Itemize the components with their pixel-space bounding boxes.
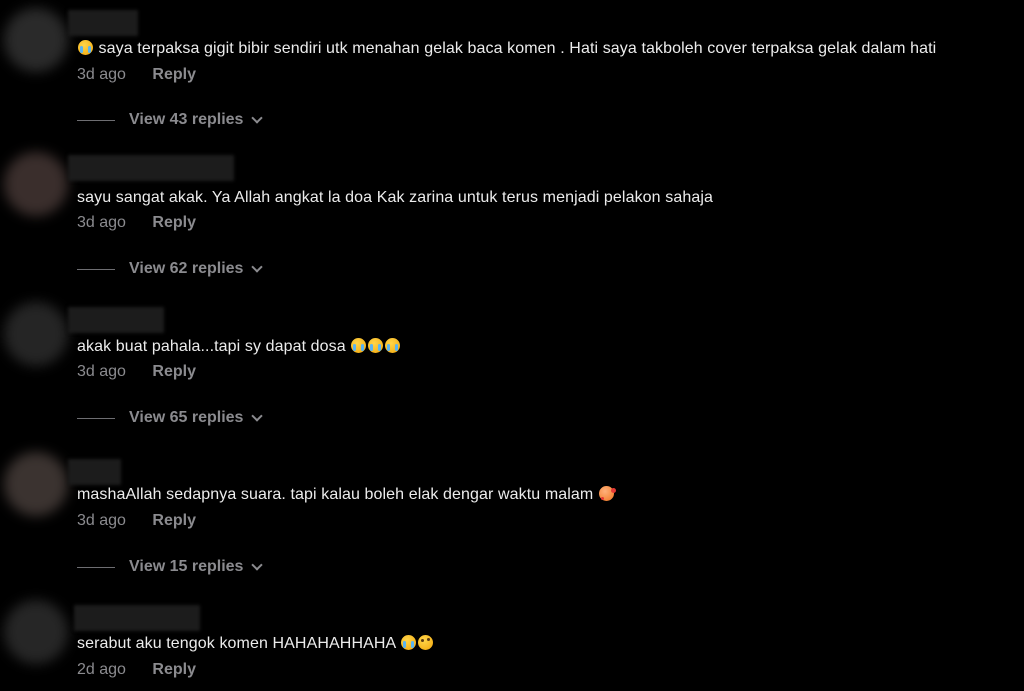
comment-body: saya terpaksa gigit bibir sendiri utk me… [98, 40, 937, 57]
view-replies-label: View 65 replies [129, 409, 244, 426]
divider-line [77, 417, 115, 419]
username-redacted[interactable] [68, 10, 138, 36]
smiling-face-with-hearts-emoji-icon [598, 486, 616, 501]
view-replies-button[interactable]: View 43 replies [77, 110, 264, 130]
comment-body: serabut aku tengok komen HAHAHAHHAHA [77, 635, 396, 652]
reply-button[interactable]: Reply [152, 363, 196, 380]
comment-text: mashaAllah sedapnya suara. tapi kalau bo… [77, 485, 616, 505]
comment-timestamp: 3d ago [77, 512, 126, 529]
view-replies-button[interactable]: View 65 replies [77, 408, 264, 428]
comment-timestamp: 3d ago [77, 66, 126, 83]
comment-timestamp: 3d ago [77, 214, 126, 231]
chevron-down-icon [251, 261, 264, 273]
divider-line [77, 119, 115, 121]
reply-button[interactable]: Reply [152, 214, 196, 231]
reply-button[interactable]: Reply [152, 66, 196, 83]
chevron-down-icon [251, 112, 264, 124]
reply-button[interactable]: Reply [152, 512, 196, 529]
view-replies-label: View 43 replies [129, 111, 244, 128]
divider-line [77, 566, 115, 568]
divider-line [77, 268, 115, 270]
chevron-down-icon [251, 559, 264, 571]
username-redacted[interactable] [68, 307, 164, 333]
avatar[interactable] [4, 152, 68, 216]
reply-button[interactable]: Reply [152, 661, 196, 678]
comment-body: sayu sangat akak. Ya Allah angkat la doa… [77, 189, 713, 206]
comment-text: akak buat pahala...tapi sy dapat dosa [77, 337, 401, 357]
comment-text: serabut aku tengok komen HAHAHAHHAHA [77, 634, 434, 654]
view-replies-button[interactable]: View 15 replies [77, 557, 264, 577]
avatar[interactable] [4, 600, 68, 664]
comment-meta: 3d ago Reply [77, 213, 196, 233]
loudly-crying-emoji-icon [351, 338, 367, 353]
comment-meta: 3d ago Reply [77, 65, 196, 85]
view-replies-button[interactable]: View 62 replies [77, 259, 264, 279]
loudly-crying-emoji-icon [400, 635, 416, 650]
view-replies-label: View 15 replies [129, 558, 244, 575]
username-redacted[interactable] [68, 459, 121, 485]
comment-timestamp: 3d ago [77, 363, 126, 380]
view-replies-label: View 62 replies [129, 260, 244, 277]
comment-meta: 2d ago Reply [77, 660, 196, 680]
avatar[interactable] [4, 8, 68, 72]
loudly-crying-emoji-icon [385, 338, 401, 353]
chevron-down-icon [251, 410, 264, 422]
comment-timestamp: 2d ago [77, 661, 126, 678]
loudly-crying-emoji-icon [368, 338, 384, 353]
loudly-crying-emoji-icon [78, 40, 93, 55]
comment-text: saya terpaksa gigit bibir sendiri utk me… [77, 39, 936, 59]
comment-body: akak buat pahala...tapi sy dapat dosa [77, 338, 346, 355]
face-with-rolling-eyes-emoji-icon [417, 635, 433, 650]
username-redacted[interactable] [68, 155, 234, 181]
comment-meta: 3d ago Reply [77, 511, 196, 531]
username-redacted[interactable] [74, 605, 200, 631]
avatar[interactable] [4, 302, 68, 366]
comment-meta: 3d ago Reply [77, 362, 196, 382]
avatar[interactable] [4, 452, 68, 516]
comment-text: sayu sangat akak. Ya Allah angkat la doa… [77, 188, 713, 208]
comment-body: mashaAllah sedapnya suara. tapi kalau bo… [77, 486, 594, 503]
